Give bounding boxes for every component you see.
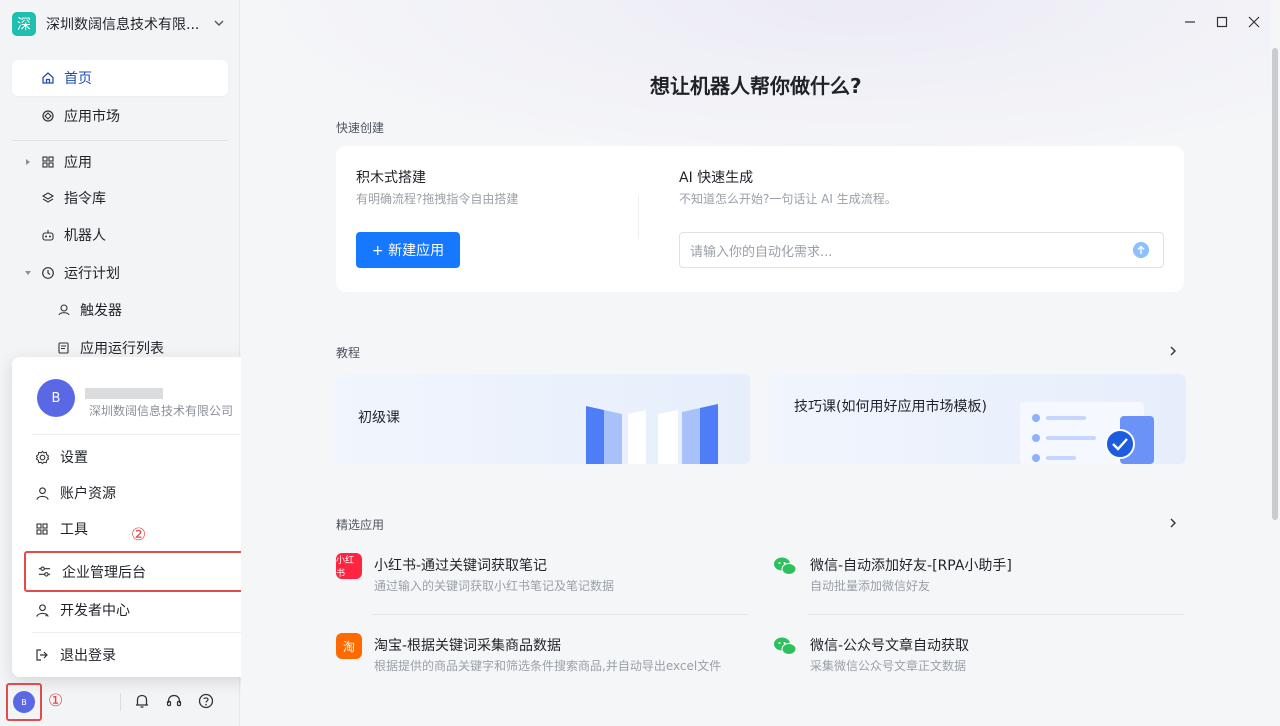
annotation-number-2: ② <box>131 525 147 545</box>
list-icon <box>56 340 72 356</box>
layers-icon <box>40 190 56 206</box>
taobao-logo-icon: 淘 <box>336 633 362 659</box>
page-title: 想让机器人帮你做什么? <box>650 74 862 98</box>
xiaohongshu-logo-icon: 小红书 <box>336 553 362 579</box>
new-app-button[interactable]: + 新建应用 <box>356 232 460 268</box>
caret-down-icon <box>25 271 31 275</box>
bell-icon[interactable] <box>133 692 151 710</box>
tutorial-title: 技巧课(如何用好应用市场模板) <box>794 399 987 415</box>
robot-icon <box>40 227 56 243</box>
ai-generate-desc: 不知道怎么开始?一句话让 AI 生成流程。 <box>679 192 897 206</box>
user-name-redacted <box>85 388 163 399</box>
send-icon[interactable] <box>1133 242 1149 258</box>
wechat-logo-icon <box>774 557 797 575</box>
maximize-icon[interactable] <box>1216 16 1228 28</box>
menu-item-label: 开发者中心 <box>60 603 130 619</box>
app-desc: 通过输入的关键词获取小红书笔记及笔记数据 <box>374 579 615 593</box>
tutorial-card-beginner[interactable]: 初级课 <box>334 374 750 464</box>
sidebar-item-label: 应用市场 <box>64 109 120 125</box>
divider <box>372 614 748 615</box>
sidebar-item-label: 首页 <box>64 71 92 87</box>
help-icon[interactable] <box>197 692 215 710</box>
chevron-right-icon[interactable] <box>1168 346 1178 356</box>
scrollbar[interactable] <box>1272 48 1278 520</box>
grid-icon <box>40 154 56 170</box>
sidebar-item-robots[interactable]: 机器人 <box>12 217 228 253</box>
gear-icon <box>34 449 50 465</box>
sidebar-item-home[interactable]: 首页 <box>12 60 228 96</box>
sidebar-item-label: 触发器 <box>80 303 122 319</box>
ai-prompt-input[interactable]: 请输入你的自动化需求... <box>679 232 1164 268</box>
menu-divider <box>32 632 270 633</box>
menu-item-label: 账户资源 <box>60 486 116 502</box>
books-illustration <box>586 404 718 464</box>
org-name: 深圳数阔信息技术有限... <box>46 17 200 33</box>
divider <box>808 614 1184 615</box>
featured-app-item[interactable]: 微信-公众号文章自动获取 采集微信公众号文章正文数据 <box>772 633 1182 689</box>
sidebar-item-label: 应用 <box>64 155 92 171</box>
section-label-featured: 精选应用 <box>336 518 385 532</box>
sidebar-item-schedule[interactable]: 运行计划 <box>12 255 228 291</box>
block-build-title: 积木式搭建 <box>356 170 426 186</box>
nav-divider <box>12 140 228 141</box>
featured-app-item[interactable]: 淘 淘宝-根据关键词采集商品数据 根据提供的商品关键字和筛选条件搜索商品,并自动… <box>336 633 746 689</box>
sliders-icon <box>36 564 52 580</box>
annotation-number-1: ① <box>48 691 64 711</box>
headset-icon[interactable] <box>165 692 183 710</box>
user-avatar-button[interactable]: B <box>13 691 35 713</box>
app-desc: 根据提供的商品关键字和筛选条件搜索商品,并自动导出excel文件 <box>374 659 722 673</box>
section-label-tutorials: 教程 <box>336 346 361 360</box>
menu-item-label: 设置 <box>60 450 88 466</box>
chevron-right-icon[interactable] <box>1168 518 1178 528</box>
minimize-icon[interactable] <box>1184 16 1196 28</box>
menu-item-label: 退出登录 <box>60 648 116 664</box>
app-desc: 采集微信公众号文章正文数据 <box>810 659 967 673</box>
sidebar-item-commands[interactable]: 指令库 <box>12 180 228 216</box>
block-build-desc: 有明确流程?拖拽指令自由搭建 <box>356 192 519 206</box>
checklist-illustration <box>1020 402 1154 464</box>
menu-item-label: 工具 <box>60 522 88 538</box>
divider <box>120 693 121 711</box>
section-label-quick-create: 快速创建 <box>336 121 385 135</box>
close-icon[interactable] <box>1248 16 1260 28</box>
app-title: 淘宝-根据关键词采集商品数据 <box>374 638 562 654</box>
clock-icon <box>40 265 56 281</box>
tutorial-title: 初级课 <box>358 410 400 426</box>
ai-generate-title: AI 快速生成 <box>679 170 754 186</box>
tutorial-card-tips[interactable]: 技巧课(如何用好应用市场模板) <box>770 374 1186 464</box>
wechat-logo-icon <box>774 637 797 655</box>
avatar: B <box>37 379 75 417</box>
org-switcher[interactable]: 深 深圳数阔信息技术有限... <box>12 10 232 38</box>
featured-app-item[interactable]: 微信-自动添加好友-[RPA小助手] 自动批量添加微信好友 <box>772 553 1182 609</box>
developer-icon <box>34 602 50 618</box>
market-icon <box>40 108 56 124</box>
grid-icon <box>34 521 50 537</box>
app-title: 小红书-通过关键词获取笔记 <box>374 558 548 574</box>
app-title: 微信-自动添加好友-[RPA小助手] <box>810 558 1012 574</box>
card-divider <box>638 195 639 239</box>
sidebar-item-label: 运行计划 <box>64 266 120 282</box>
app-desc: 自动批量添加微信好友 <box>810 579 931 593</box>
sidebar-item-label: 指令库 <box>64 191 106 207</box>
featured-app-item[interactable]: 小红书 小红书-通过关键词获取笔记 通过输入的关键词获取小红书笔记及笔记数据 <box>336 553 746 609</box>
sidebar-item-apps[interactable]: 应用 <box>12 144 228 180</box>
menu-divider <box>32 434 270 435</box>
home-icon <box>40 70 56 86</box>
chevron-down-icon <box>214 20 224 26</box>
sidebar-item-label: 机器人 <box>64 228 106 244</box>
app-title: 微信-公众号文章自动获取 <box>810 638 970 654</box>
caret-right-icon <box>26 159 30 165</box>
menu-item-label: 企业管理后台 <box>62 564 146 581</box>
sidebar-item-market[interactable]: 应用市场 <box>12 98 228 134</box>
user-icon <box>34 485 50 501</box>
sidebar-item-label: 应用运行列表 <box>80 341 164 357</box>
trigger-icon <box>56 302 72 318</box>
quick-create-card <box>336 146 1184 292</box>
user-company: 深圳数阔信息技术有限公司 <box>89 404 234 418</box>
sidebar-item-triggers[interactable]: 触发器 <box>12 292 228 328</box>
logout-icon <box>34 647 50 663</box>
org-logo: 深 <box>12 12 36 36</box>
ai-prompt-placeholder: 请输入你的自动化需求... <box>690 244 833 260</box>
